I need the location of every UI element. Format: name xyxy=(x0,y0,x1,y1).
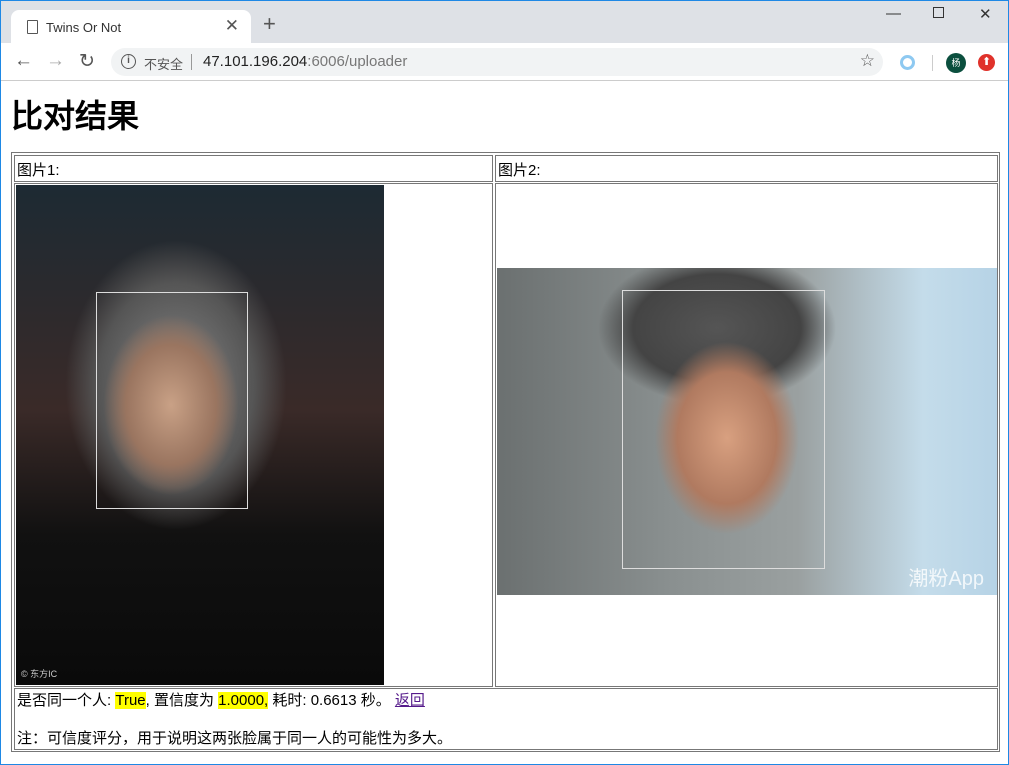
tab-title: Twins Or Not xyxy=(46,20,122,35)
toolbar: ← → ↻ i 不安全 47.101.196.204:6006/uploader… xyxy=(1,43,1008,81)
document-icon xyxy=(27,20,38,34)
security-label: 不安全 xyxy=(144,57,184,72)
profile-avatar[interactable]: 杨 xyxy=(946,53,966,73)
divider xyxy=(932,55,933,71)
divider xyxy=(191,54,192,70)
url-host: 47.101.196.204 xyxy=(203,53,308,70)
minimize-icon[interactable]: — xyxy=(886,5,901,22)
image1-cell: © 东方IC xyxy=(14,183,493,687)
page-title: 比对结果 xyxy=(11,98,140,134)
url-text[interactable]: 47.101.196.204:6006/uploader xyxy=(203,53,407,70)
image2-photo: 潮粉App xyxy=(497,268,997,595)
close-window-icon[interactable]: ✕ xyxy=(979,5,992,23)
bookmark-star-icon[interactable]: ☆ xyxy=(860,51,875,71)
confidence-value: 1.0000, xyxy=(218,692,269,709)
result-line: 是否同一个人: True, 置信度为 1.0000, 耗时: 0.6613 秒。… xyxy=(17,691,995,711)
image2-label: 图片2: xyxy=(495,155,998,182)
address-bar[interactable]: i 不安全 47.101.196.204:6006/uploader ☆ xyxy=(111,48,883,76)
note-text: 注：可信度评分，用于说明这两张脸属于同一人的可能性为多大。 xyxy=(17,730,453,747)
browser-window: Twins Or Not ✕ + — ✕ ← → ↻ i 不安全 47.101.… xyxy=(0,0,1009,765)
reload-icon[interactable]: ↻ xyxy=(79,50,95,73)
extension-ring-icon[interactable] xyxy=(900,55,915,70)
confidence-label: , 置信度为 xyxy=(145,692,219,709)
back-link[interactable]: 返回 xyxy=(395,692,425,709)
url-path: :6006/uploader xyxy=(307,53,408,70)
image2-watermark: 潮粉App xyxy=(908,568,984,590)
image1-label: 图片1: xyxy=(14,155,493,182)
result-cell: 是否同一个人: True, 置信度为 1.0000, 耗时: 0.6613 秒。… xyxy=(14,688,998,750)
new-tab-icon[interactable]: + xyxy=(263,11,276,37)
close-tab-icon[interactable]: ✕ xyxy=(225,16,239,36)
face-box xyxy=(96,292,248,509)
image1-watermark: © 东方IC xyxy=(21,669,58,679)
image1-photo: © 东方IC xyxy=(16,185,384,685)
same-person-value: True xyxy=(115,692,146,709)
same-person-label: 是否同一个人: xyxy=(17,692,116,709)
tab-bar: Twins Or Not ✕ + — ✕ xyxy=(1,1,1008,44)
maximize-icon[interactable] xyxy=(933,7,944,18)
back-icon[interactable]: ← xyxy=(14,50,33,72)
extension-upload-icon[interactable]: ⬆ xyxy=(978,54,995,71)
forward-icon[interactable]: → xyxy=(46,50,65,72)
tab-twins-or-not[interactable]: Twins Or Not ✕ xyxy=(11,10,251,44)
time-label: 耗时: 0.6613 秒。 xyxy=(268,692,395,709)
results-table: 图片1: 图片2: © 东方IC 潮粉App 是否同一个人: True, 置信度… xyxy=(11,152,1000,752)
info-icon[interactable]: i xyxy=(121,54,136,69)
face-box xyxy=(622,290,825,569)
image2-cell: 潮粉App xyxy=(495,183,998,687)
